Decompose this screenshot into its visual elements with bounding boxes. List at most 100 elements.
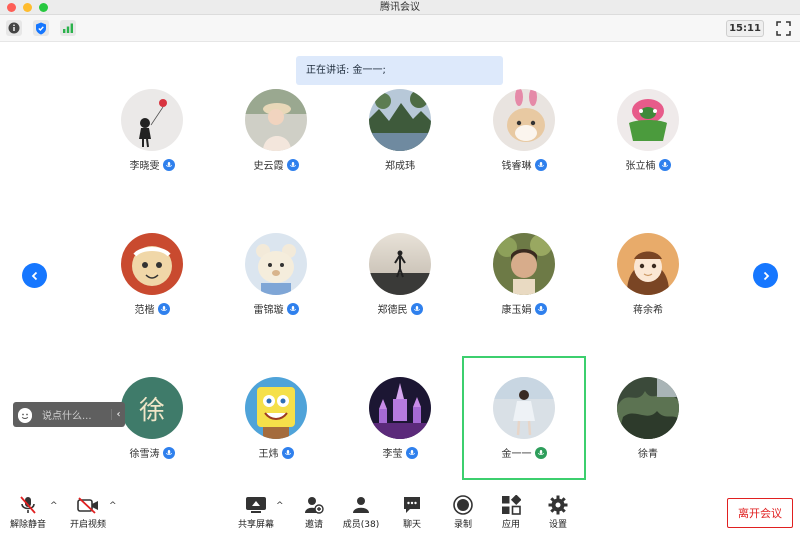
participant-name: 张立楠: [625, 161, 656, 172]
top-toolbar: 15:11: [0, 15, 800, 42]
microphone-icon: [286, 158, 299, 171]
avatar: [245, 89, 307, 151]
participant-tile[interactable]: 李莹: [338, 377, 462, 501]
participant-tile[interactable]: 李晓雯: [90, 89, 214, 213]
emoji-icon[interactable]: [18, 407, 32, 423]
meeting-window: 腾讯会议 15:11 正在讲话: 金一一; 李晓雯 史云霞 郑成玮 钱睿琳 张立…: [0, 0, 800, 534]
avatar: [617, 233, 679, 295]
participant-tile[interactable]: 郑德民: [338, 233, 462, 357]
avatar: [617, 89, 679, 151]
apps-label: 应用: [501, 520, 520, 530]
share-options-icon[interactable]: ^: [276, 501, 284, 511]
avatar: 徐: [121, 377, 183, 439]
participant-tile[interactable]: 雷锦璇: [214, 233, 338, 357]
video-options-icon[interactable]: ^: [109, 501, 117, 511]
speaking-microphone-icon: [534, 446, 547, 459]
participant-tile[interactable]: 徐 徐雪涛: [90, 377, 214, 501]
avatar: [245, 377, 307, 439]
settings-label: 设置: [548, 520, 567, 530]
chat-icon: [387, 495, 437, 515]
shield-icon[interactable]: [33, 20, 49, 36]
participant-tile[interactable]: 王炜: [214, 377, 338, 501]
audio-options-icon[interactable]: ^: [50, 501, 58, 511]
participant-name: 蒋余希: [633, 305, 663, 316]
participant-name: 金一一: [501, 449, 532, 460]
participant-name: 王炜: [258, 449, 279, 460]
leave-meeting-button[interactable]: 离开会议: [727, 498, 793, 528]
avatar: [121, 233, 183, 295]
add-user-icon: [289, 495, 339, 515]
quick-chat-box[interactable]: 说点什么... ‹: [13, 402, 125, 427]
avatar: [245, 233, 307, 295]
avatar: [369, 377, 431, 439]
avatar: [493, 377, 555, 439]
participant-name: 李晓雯: [129, 161, 160, 172]
chat-button[interactable]: 聊天: [387, 495, 437, 531]
participant-name: 康玉娟: [501, 305, 532, 316]
avatar: [617, 377, 679, 439]
unmute-label: 解除静音: [9, 520, 46, 530]
participant-tile[interactable]: 郑成玮: [338, 89, 462, 213]
settings-button[interactable]: 设置: [533, 495, 583, 531]
avatar: [369, 89, 431, 151]
chat-input[interactable]: 说点什么...: [42, 407, 111, 422]
gear-icon: [533, 495, 583, 515]
collapse-chat-icon[interactable]: ‹: [111, 409, 125, 420]
chevron-right-icon: [763, 271, 769, 280]
record-icon: [438, 495, 488, 515]
meeting-clock: 15:11: [726, 20, 764, 37]
start-video-label: 开启视频: [69, 520, 106, 530]
microphone-icon: [534, 302, 547, 315]
meeting-control-bar: 解除静音 ^ 开启视频 ^ 共享屏幕 ^ 邀请 成员(38) 聊天 录制 应用 …: [0, 487, 800, 534]
participant-tile[interactable]: 范楷: [90, 233, 214, 357]
microphone-icon: [281, 446, 294, 459]
participant-tile[interactable]: 蒋余希: [586, 233, 710, 357]
members-label: 成员(38): [342, 520, 380, 530]
share-screen-button[interactable]: 共享屏幕: [231, 495, 281, 531]
microphone-icon: [162, 446, 175, 459]
invite-button[interactable]: 邀请: [289, 495, 339, 531]
invite-label: 邀请: [304, 520, 323, 530]
microphone-icon: [157, 302, 170, 315]
members-button[interactable]: 成员(38): [336, 495, 386, 531]
apps-icon: [486, 495, 536, 515]
chevron-left-icon: [31, 271, 37, 280]
participant-name: 郑成玮: [385, 161, 415, 172]
participant-tile[interactable]: 史云霞: [214, 89, 338, 213]
participant-name: 雷锦璇: [253, 305, 284, 316]
participant-name: 钱睿琳: [501, 161, 532, 172]
window-title: 腾讯会议: [380, 2, 420, 13]
share-screen-icon: [231, 495, 281, 515]
previous-page-button[interactable]: [22, 263, 47, 288]
info-icon[interactable]: [6, 20, 22, 36]
microphone-icon: [534, 158, 547, 171]
participant-tile[interactable]: 张立楠: [586, 89, 710, 213]
fullscreen-icon[interactable]: [776, 21, 791, 36]
svg-text:徐: 徐: [139, 396, 165, 426]
share-screen-label: 共享屏幕: [237, 520, 274, 530]
participant-tile[interactable]: 徐青: [586, 377, 710, 501]
record-button[interactable]: 录制: [438, 495, 488, 531]
microphone-icon: [410, 302, 423, 315]
signal-icon[interactable]: [60, 20, 76, 36]
next-page-button[interactable]: [753, 263, 778, 288]
participant-tile-active-speaker[interactable]: 金一一: [462, 377, 586, 501]
start-video-button[interactable]: 开启视频: [63, 495, 113, 531]
unmute-button[interactable]: 解除静音: [3, 495, 53, 531]
microphone-icon: [658, 158, 671, 171]
participant-name: 郑德民: [377, 305, 408, 316]
apps-button[interactable]: 应用: [486, 495, 536, 531]
avatar: [493, 89, 555, 151]
title-bar: 腾讯会议: [0, 0, 800, 15]
participant-name: 徐青: [638, 449, 658, 460]
microphone-icon: [286, 302, 299, 315]
avatar: [493, 233, 555, 295]
microphone-icon: [162, 158, 175, 171]
participant-tile[interactable]: 钱睿琳: [462, 89, 586, 213]
participant-tile[interactable]: 康玉娟: [462, 233, 586, 357]
muted-microphone-icon: [3, 495, 53, 515]
speaking-banner: 正在讲话: 金一一;: [296, 56, 503, 85]
record-label: 录制: [453, 520, 472, 530]
participant-name: 史云霞: [253, 161, 284, 172]
chat-label: 聊天: [402, 520, 421, 530]
